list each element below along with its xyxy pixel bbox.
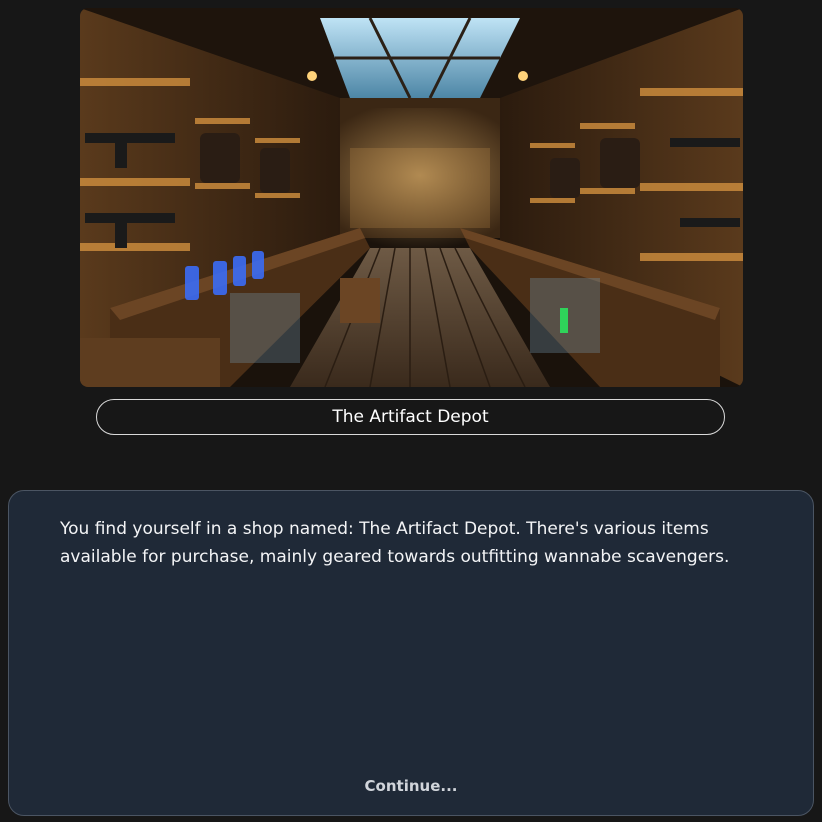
location-name-text: The Artifact Depot [332,407,489,427]
dialog-text: You find yourself in a shop named: The A… [60,519,730,567]
continue-button[interactable]: Continue... [341,773,481,799]
shop-interior-illustration-icon [80,8,743,387]
dialog-panel: You find yourself in a shop named: The A… [8,490,814,816]
shop-scene-image [80,8,743,387]
location-name-label: The Artifact Depot [96,399,725,435]
game-screen: The Artifact Depot You find yourself in … [0,0,822,822]
